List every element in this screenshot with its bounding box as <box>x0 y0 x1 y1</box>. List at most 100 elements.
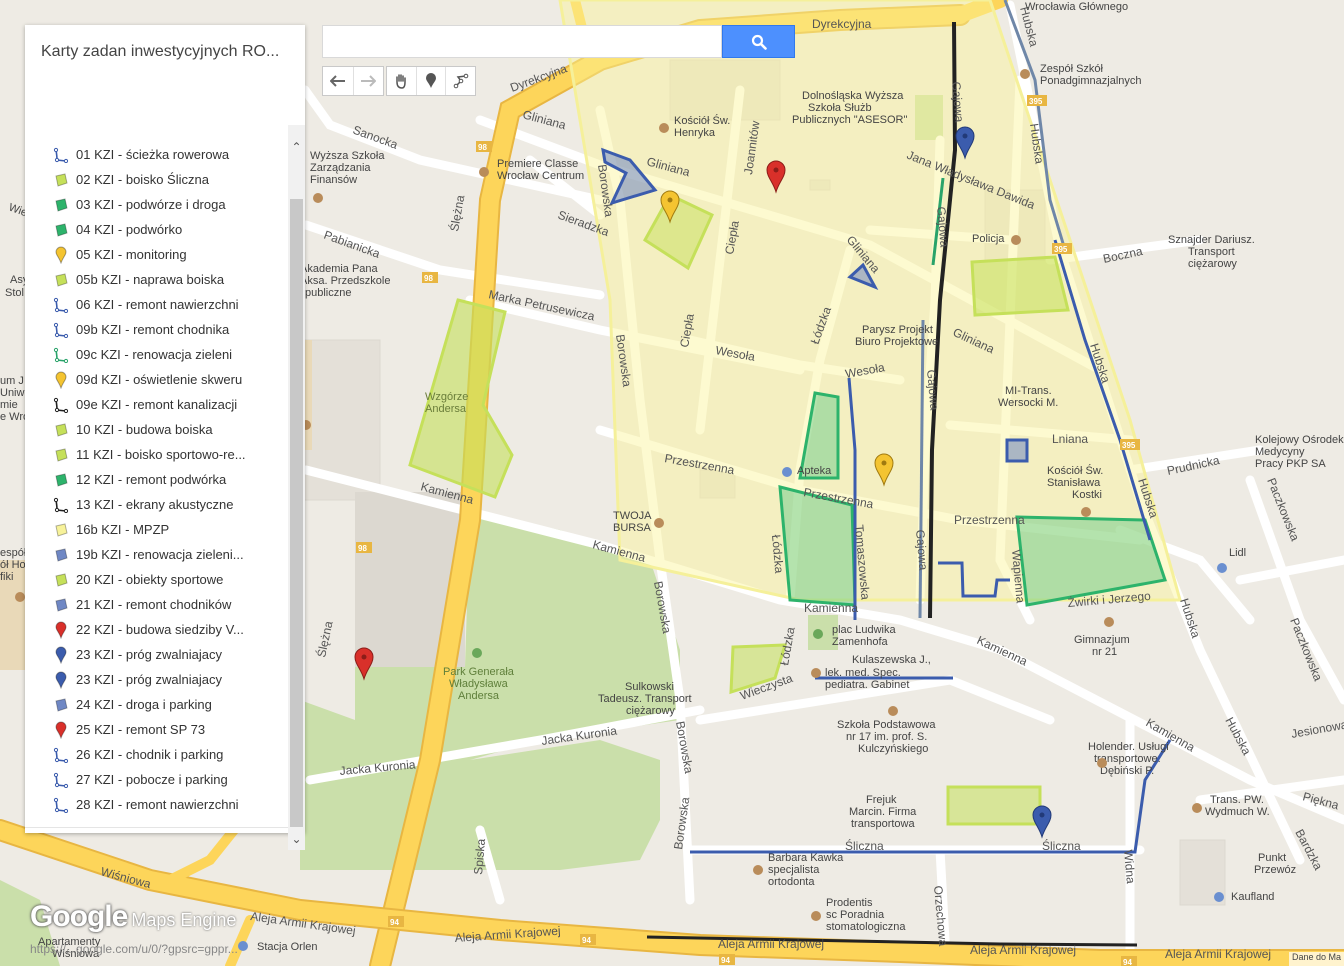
layer-item[interactable]: 04 KZI - podwórko <box>25 217 288 242</box>
layer-item[interactable]: 09c KZI - renowacja zieleni <box>25 342 288 367</box>
map-data-attribution[interactable]: Dane do Ma <box>1289 952 1344 966</box>
place-label: Zarządzania <box>310 162 371 174</box>
place-label: Frejuk <box>866 794 897 806</box>
place-label: Aksa. Przedszkole <box>300 275 390 287</box>
layer-item[interactable]: 13 KZI - ekrany akustyczne <box>25 492 288 517</box>
scroll-up-icon[interactable]: ⌃ <box>288 139 305 156</box>
layer-item[interactable]: 21 KZI - remont chodników <box>25 592 288 617</box>
place-label: Wrocławia Głównego <box>1025 1 1128 13</box>
layer-item[interactable]: 27 KZI - pobocze i parking <box>25 767 288 792</box>
add-marker-button[interactable] <box>417 67 447 95</box>
church-icon <box>659 123 669 133</box>
layer-item[interactable]: 01 KZI - ścieżka rowerowa <box>25 142 288 167</box>
place-label: Przewóz <box>1254 864 1296 876</box>
polygon-icon <box>51 470 71 490</box>
google-logo: Google <box>30 900 128 933</box>
polygon-icon <box>51 445 71 465</box>
layer-item[interactable]: 09e KZI - remont kanalizacji <box>25 392 288 417</box>
redo-button[interactable] <box>354 67 384 95</box>
panel-scrollbar[interactable]: ⌃ ⌄ <box>288 125 305 850</box>
layer-label: 09d KZI - oświetlenie skweru <box>76 372 243 387</box>
layer-label: 13 KZI - ekrany akustyczne <box>76 497 234 512</box>
layer-item[interactable]: 02 KZI - boisko Śliczna <box>25 167 288 192</box>
place-label: stomatologiczna <box>826 921 906 933</box>
layer-item[interactable]: 23 KZI - próg zwalniajacy <box>25 642 288 667</box>
layer-item[interactable]: 22 KZI - budowa siedziby V... <box>25 617 288 642</box>
place-label: Holender. Usługi <box>1088 741 1169 753</box>
dentist-icon <box>753 865 763 875</box>
layer-label: 03 KZI - podwórze i droga <box>76 197 226 212</box>
park-icon <box>813 629 823 639</box>
layer-item[interactable]: 25 KZI - remont SP 73 <box>25 717 288 742</box>
layer-item[interactable]: 23 KZI - próg zwalniajacy <box>25 667 288 692</box>
place-label: Wersocki M. <box>998 397 1058 409</box>
road-shield: 98 <box>358 544 367 553</box>
search-icon <box>751 34 767 50</box>
layer-item[interactable]: 06 KZI - remont nawierzchni <box>25 292 288 317</box>
polygon-icon <box>51 220 71 240</box>
pan-tool-button[interactable] <box>387 67 417 95</box>
church-icon <box>1081 507 1091 517</box>
layer-item[interactable]: 11 KZI - boisko sportowo-re... <box>25 442 288 467</box>
layer-item[interactable]: 28 KZI - remont nawierzchni <box>25 792 288 817</box>
layer-item[interactable]: 09b KZI - remont chodnika <box>25 317 288 342</box>
place-label: TWOJA <box>613 510 652 522</box>
polygon-icon <box>51 420 71 440</box>
place-label: MI-Trans. <box>1005 385 1052 397</box>
layer-item[interactable]: 20 KZI - obiekty sportowe <box>25 567 288 592</box>
scroll-thumb[interactable] <box>290 199 303 827</box>
road-shield: 395 <box>1122 441 1136 450</box>
place-label: Andersa <box>458 690 500 702</box>
place-label: specjalista <box>768 864 820 876</box>
road-shield: 395 <box>1054 245 1068 254</box>
place-label: Zamenhofa <box>832 636 889 648</box>
line-icon <box>51 795 71 815</box>
place-label: Parysz Projekt <box>862 324 933 336</box>
place-label: ortodonta <box>768 876 815 888</box>
business-icon <box>1192 803 1202 813</box>
line-icon <box>51 495 71 515</box>
layer-item[interactable]: 24 KZI - droga i parking <box>25 692 288 717</box>
layer-item[interactable]: 16b KZI - MPZP <box>25 517 288 542</box>
marker-icon <box>51 620 71 640</box>
layer-item[interactable]: 09d KZI - oświetlenie skweru <box>25 367 288 392</box>
layer-item[interactable]: 26 KZI - chodnik i parking <box>25 742 288 767</box>
layer-item[interactable]: 10 KZI - budowa boiska <box>25 417 288 442</box>
layer-item[interactable]: 05b KZI - naprawa boiska <box>25 267 288 292</box>
place-label: Kolejowy Ośrodek <box>1255 434 1344 446</box>
map-title[interactable]: Karty zadan inwestycyjnych RO... <box>41 43 291 61</box>
street-label: Aleja Armii Krajowej <box>970 943 1076 957</box>
place-label: Pracy PKP SA <box>1255 458 1326 470</box>
street-label: Śliczna <box>845 838 884 853</box>
draw-line-button[interactable] <box>446 67 475 95</box>
polygon-icon <box>51 520 71 540</box>
layer-label: 11 KZI - boisko sportowo-re... <box>76 447 246 462</box>
doctor-icon <box>811 668 821 678</box>
undo-button[interactable] <box>323 67 354 95</box>
business-icon <box>1097 758 1107 768</box>
layer-item[interactable]: 03 KZI - podwórze i droga <box>25 192 288 217</box>
status-url: https://...google.com/u/0/?gpsrc=gppr... <box>30 942 238 956</box>
school-icon <box>888 706 898 716</box>
layer-item[interactable]: 12 KZI - remont podwórka <box>25 467 288 492</box>
polygon-icon <box>51 570 71 590</box>
hotel-icon <box>479 167 489 177</box>
layer-label: 22 KZI - budowa siedziby V... <box>76 622 244 637</box>
layer-item[interactable]: 05 KZI - monitoring <box>25 242 288 267</box>
place-label: Apteka <box>797 465 832 477</box>
place-label: transportowa <box>851 818 915 830</box>
layer-item[interactable]: 19b KZI - renowacja zieleni... <box>25 542 288 567</box>
place-label: nr 21 <box>1092 646 1117 658</box>
street-label: Aleja Armii Krajowej <box>718 937 824 951</box>
scroll-down-icon[interactable]: ⌄ <box>288 831 305 848</box>
place-label: lek. med. Spec. <box>825 667 901 679</box>
search-button[interactable] <box>722 25 795 58</box>
search-input[interactable] <box>322 25 722 58</box>
place-label: Transport <box>1188 246 1235 258</box>
layer-label: 10 KZI - budowa boiska <box>76 422 213 437</box>
place-label: Finansów <box>310 174 357 186</box>
marker-icon <box>51 645 71 665</box>
place-label: sc Poradnia <box>826 909 885 921</box>
place-label: Władysława <box>449 678 509 690</box>
place-label: BURSA <box>613 522 652 534</box>
